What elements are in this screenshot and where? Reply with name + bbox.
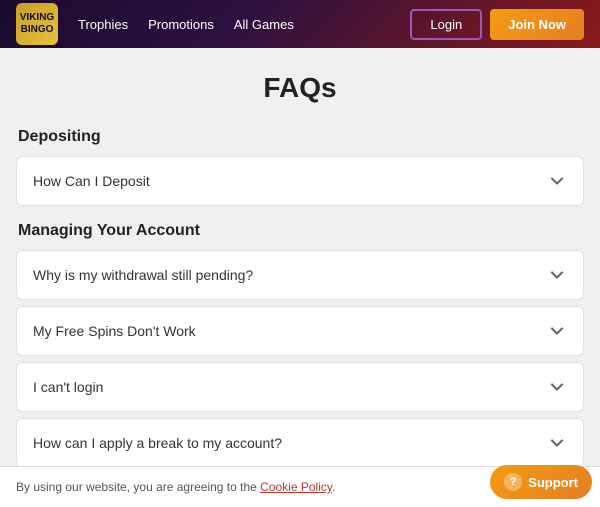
faq-question-apply-break: How can I apply a break to my account? [33, 435, 282, 451]
nav-all-games[interactable]: All Games [234, 17, 294, 32]
faq-question-withdrawal: Why is my withdrawal still pending? [33, 267, 253, 283]
nav: Trophies Promotions All Games [78, 17, 294, 32]
section-title-depositing: Depositing [16, 128, 584, 146]
header-actions: Login Join Now [410, 9, 584, 40]
page-title: FAQs [16, 72, 584, 104]
faq-item-free-spins[interactable]: My Free Spins Don't Work [16, 306, 584, 356]
faq-item-deposit[interactable]: How Can I Deposit [16, 156, 584, 206]
faq-section-account: Managing Your Account Why is my withdraw… [16, 222, 584, 507]
nav-promotions[interactable]: Promotions [148, 17, 214, 32]
faq-section-depositing: Depositing How Can I Deposit [16, 128, 584, 206]
support-label: Support [528, 475, 578, 490]
chevron-down-icon [547, 265, 567, 285]
chevron-down-icon [547, 433, 567, 453]
faq-question-cant-login: I can't login [33, 379, 103, 395]
faq-item-apply-break[interactable]: How can I apply a break to my account? [16, 418, 584, 468]
faq-item-withdrawal[interactable]: Why is my withdrawal still pending? [16, 250, 584, 300]
nav-trophies[interactable]: Trophies [78, 17, 128, 32]
support-icon: ? [504, 473, 522, 491]
header: VIKINGBINGO Trophies Promotions All Game… [0, 0, 600, 48]
faq-question-deposit: How Can I Deposit [33, 173, 150, 189]
chevron-down-icon [547, 377, 567, 397]
chevron-down-icon [547, 321, 567, 341]
main-content: FAQs Depositing How Can I Deposit Managi… [0, 48, 600, 507]
cookie-policy-link[interactable]: Cookie Policy [260, 480, 332, 494]
cookie-text: By using our website, you are agreeing t… [16, 480, 553, 494]
support-button[interactable]: ? Support [490, 465, 592, 499]
section-title-account: Managing Your Account [16, 222, 584, 240]
join-button[interactable]: Join Now [490, 9, 584, 40]
logo[interactable]: VIKINGBINGO [16, 3, 58, 45]
faq-question-free-spins: My Free Spins Don't Work [33, 323, 196, 339]
faq-item-cant-login[interactable]: I can't login [16, 362, 584, 412]
chevron-down-icon [547, 171, 567, 191]
login-button[interactable]: Login [410, 9, 482, 40]
logo-icon: VIKINGBINGO [16, 3, 58, 45]
